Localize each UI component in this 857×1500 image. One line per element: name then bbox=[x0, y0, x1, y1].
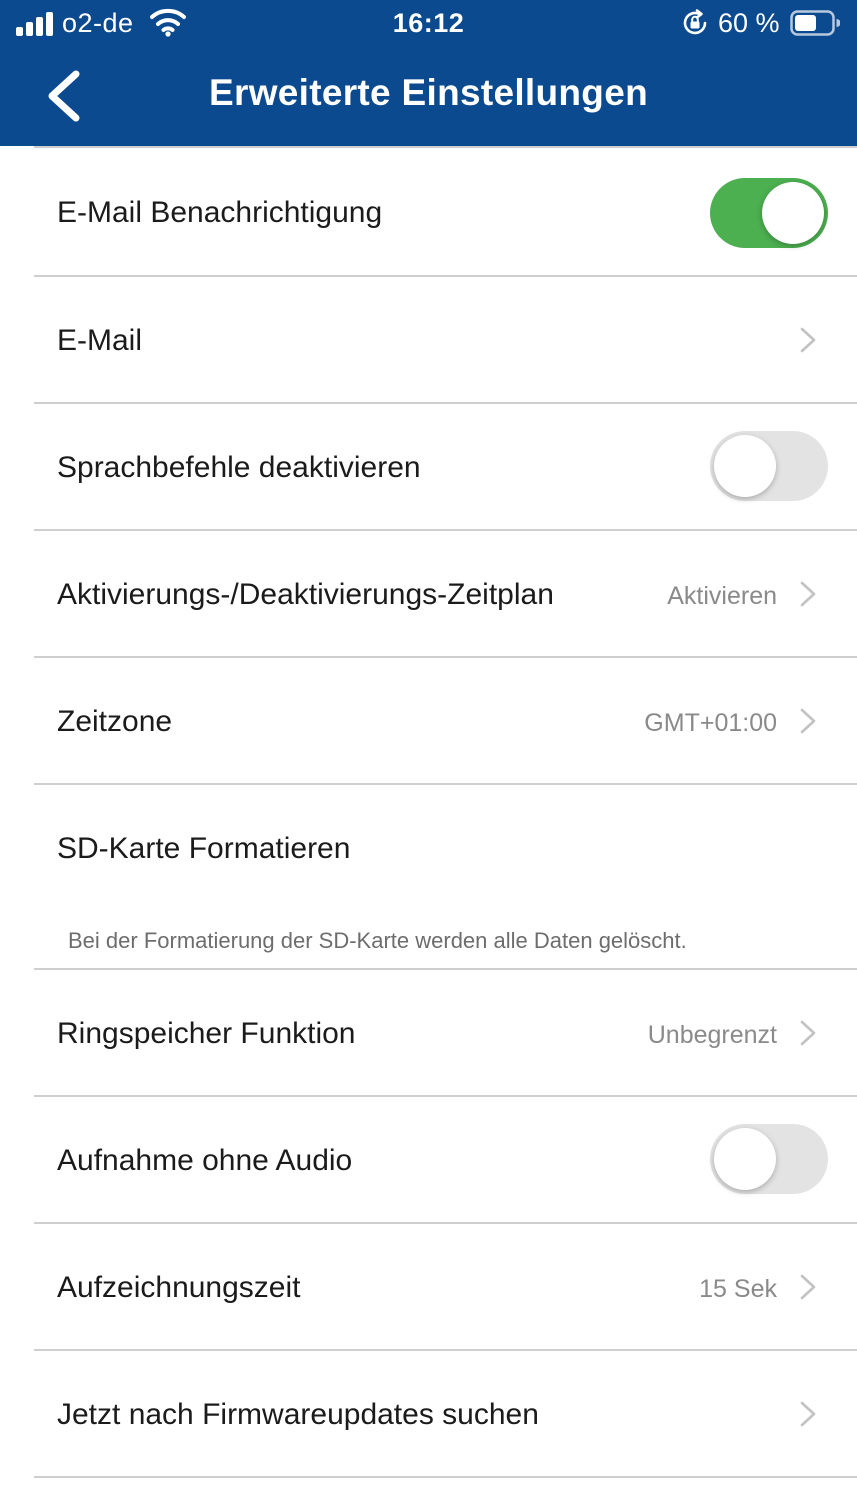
app-header: o2-de 16:12 60 % Erweiterte Einstellunge… bbox=[0, 0, 857, 146]
setting-email-notification: E-Mail Benachrichtigung bbox=[0, 148, 857, 275]
battery-percent: 60 % bbox=[718, 8, 780, 38]
setting-schedule[interactable]: Aktivierungs-/Deaktivierungs-Zeitplan Ak… bbox=[0, 531, 857, 656]
setting-firmware-check[interactable]: Jetzt nach Firmwareupdates suchen bbox=[0, 1351, 857, 1476]
setting-label: Aktivierungs-/Deaktivierungs-Zeitplan bbox=[57, 578, 554, 611]
setting-email[interactable]: E-Mail bbox=[0, 277, 857, 402]
record-without-audio-toggle[interactable] bbox=[710, 1124, 828, 1194]
battery-icon bbox=[790, 10, 840, 36]
divider bbox=[34, 1476, 857, 1478]
setting-value: Aktivieren bbox=[667, 582, 777, 610]
setting-value: Unbegrenzt bbox=[647, 1021, 777, 1049]
email-notification-toggle[interactable] bbox=[710, 178, 828, 248]
chevron-right-icon bbox=[800, 581, 816, 607]
chevron-right-icon bbox=[800, 1274, 816, 1300]
setting-label: E-Mail bbox=[57, 324, 143, 357]
toggle-knob bbox=[762, 182, 824, 244]
voice-commands-toggle[interactable] bbox=[710, 431, 828, 501]
setting-label: Sprachbefehle deaktivieren bbox=[57, 451, 421, 484]
setting-value: 15 Sek bbox=[699, 1275, 777, 1303]
setting-label: Ringspeicher Funktion bbox=[57, 1017, 356, 1050]
setting-label: SD-Karte Formatieren bbox=[57, 832, 351, 865]
setting-recording-time[interactable]: Aufzeichnungszeit 15 Sek bbox=[0, 1224, 857, 1349]
chevron-right-icon bbox=[800, 1020, 816, 1046]
chevron-right-icon bbox=[800, 327, 816, 353]
status-bar: o2-de 16:12 60 % bbox=[0, 0, 857, 48]
setting-label: Jetzt nach Firmwareupdates suchen bbox=[57, 1398, 539, 1431]
setting-value: GMT+01:00 bbox=[644, 709, 777, 737]
chevron-right-icon bbox=[800, 708, 816, 734]
setting-hint: Bei der Formatierung der SD-Karte werden… bbox=[68, 928, 687, 953]
chevron-right-icon bbox=[800, 1401, 816, 1427]
setting-record-without-audio: Aufnahme ohne Audio bbox=[0, 1097, 857, 1222]
toggle-knob bbox=[714, 1128, 776, 1190]
page-title: Erweiterte Einstellungen bbox=[209, 72, 648, 113]
setting-label: Aufzeichnungszeit bbox=[57, 1271, 301, 1304]
rotation-lock-icon bbox=[683, 9, 707, 35]
setting-loop-recording[interactable]: Ringspeicher Funktion Unbegrenzt bbox=[0, 970, 857, 1095]
setting-sd-format[interactable]: SD-Karte Formatieren Bei der Formatierun… bbox=[0, 785, 857, 968]
toggle-knob bbox=[714, 435, 776, 497]
setting-label: Aufnahme ohne Audio bbox=[57, 1144, 353, 1177]
setting-label: Zeitzone bbox=[57, 705, 173, 738]
setting-voice-commands: Sprachbefehle deaktivieren bbox=[0, 404, 857, 529]
setting-timezone[interactable]: Zeitzone GMT+01:00 bbox=[0, 658, 857, 783]
setting-label: E-Mail Benachrichtigung bbox=[57, 196, 383, 229]
